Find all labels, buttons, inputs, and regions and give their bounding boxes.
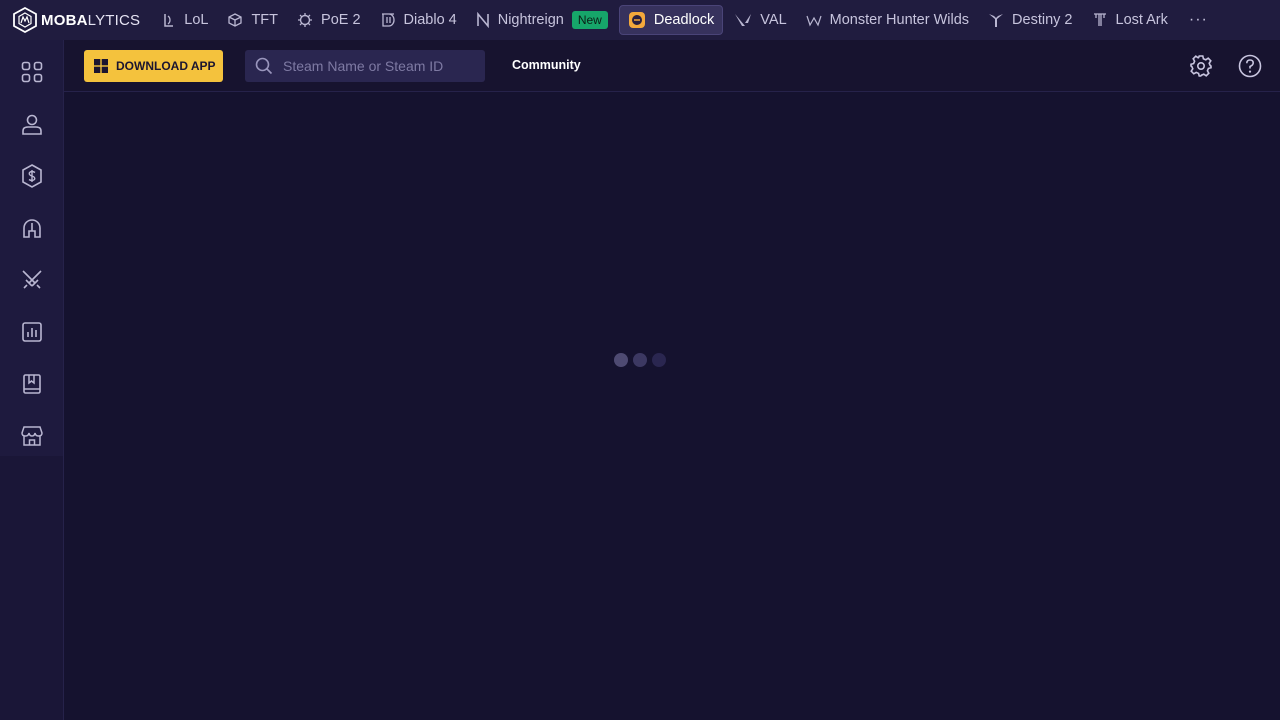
currency-shield-icon <box>21 164 42 188</box>
nightreign-icon <box>476 12 489 28</box>
diablo4-icon <box>381 13 395 27</box>
search-icon <box>255 57 273 75</box>
mhw-icon <box>806 15 822 27</box>
sidebar-item-shop[interactable] <box>0 410 63 462</box>
stats-chart-icon <box>21 322 42 342</box>
game-tab-nightreign[interactable]: Nightreign New <box>468 5 616 35</box>
game-tab-destiny2[interactable]: Destiny 2 <box>980 5 1080 35</box>
poe2-icon <box>298 13 313 27</box>
sidebar-item-profile[interactable] <box>0 98 63 150</box>
game-tab-tft[interactable]: TFT <box>219 5 286 35</box>
deadlock-icon <box>628 12 645 28</box>
sidebar <box>0 40 64 720</box>
loading-dot <box>633 353 647 367</box>
sidebar-item-guides[interactable] <box>0 358 63 410</box>
game-tab-val[interactable]: VAL <box>726 5 794 35</box>
gear-icon <box>1190 55 1212 77</box>
destiny2-icon <box>989 14 1004 27</box>
game-tab-poe2[interactable]: PoE 2 <box>289 5 369 35</box>
sidebar-item-builds[interactable] <box>0 254 63 306</box>
download-app-button[interactable]: DOWNLOAD APP <box>84 50 223 82</box>
game-tab-label: VAL <box>760 12 787 28</box>
lostark-icon <box>1093 13 1106 26</box>
grid-icon <box>21 61 42 83</box>
sidebar-item-heroes[interactable] <box>0 202 63 254</box>
game-tab-label: Nightreign <box>497 12 564 28</box>
sidebar-item-all-games[interactable] <box>0 46 63 98</box>
mobalytics-logo-icon <box>13 7 37 33</box>
community-link[interactable]: Community <box>512 58 581 72</box>
windows-icon <box>94 59 108 73</box>
new-badge: New <box>571 11 608 29</box>
game-tab-label: LoL <box>184 12 209 28</box>
more-games-button[interactable]: ··· <box>1189 11 1208 29</box>
tft-icon <box>228 13 243 27</box>
mobalytics-logo[interactable]: MOBALYTICS <box>12 0 140 40</box>
sidebar-item-stats[interactable] <box>0 306 63 358</box>
loading-dot <box>652 353 666 367</box>
game-tab-label: Destiny 2 <box>1012 12 1073 28</box>
page-toolbar: DOWNLOAD APP Community <box>64 40 1280 92</box>
game-tab-label: PoE 2 <box>321 12 361 28</box>
sidebar-item-economy[interactable] <box>0 150 63 202</box>
game-tab-monster-hunter-wilds[interactable]: Monster Hunter Wilds <box>798 5 977 35</box>
crossed-swords-icon <box>21 270 42 289</box>
game-tab-label: Monster Hunter Wilds <box>829 12 970 28</box>
book-icon <box>22 374 41 394</box>
game-tab-deadlock[interactable]: Deadlock <box>618 5 724 35</box>
helmet-icon <box>22 219 41 238</box>
game-tab-label: TFT <box>251 12 279 28</box>
search-box <box>245 50 485 82</box>
logo-text: MOBALYTICS <box>41 11 141 29</box>
settings-button[interactable] <box>1189 54 1213 83</box>
help-icon <box>1238 54 1262 78</box>
profile-icon <box>21 114 42 135</box>
loading-dot <box>614 353 628 367</box>
help-button[interactable] <box>1238 54 1262 83</box>
game-tab-label: Diablo 4 <box>403 12 457 28</box>
lol-icon <box>164 14 174 27</box>
steam-search-input[interactable] <box>283 58 473 74</box>
loading-indicator <box>614 353 671 367</box>
game-nav-bar: MOBALYTICS LoL TFT PoE 2 Diablo 4 Nightr… <box>0 0 1280 40</box>
game-tab-lost-ark[interactable]: Lost Ark <box>1084 5 1176 35</box>
game-tab-label: Lost Ark <box>1115 12 1168 28</box>
game-tab-label: Deadlock <box>653 12 715 28</box>
game-tab-lol[interactable]: LoL <box>154 5 216 35</box>
download-app-label: DOWNLOAD APP <box>116 59 216 73</box>
shop-icon <box>20 426 43 446</box>
valorant-icon <box>735 14 752 26</box>
game-tab-diablo4[interactable]: Diablo 4 <box>372 5 465 35</box>
